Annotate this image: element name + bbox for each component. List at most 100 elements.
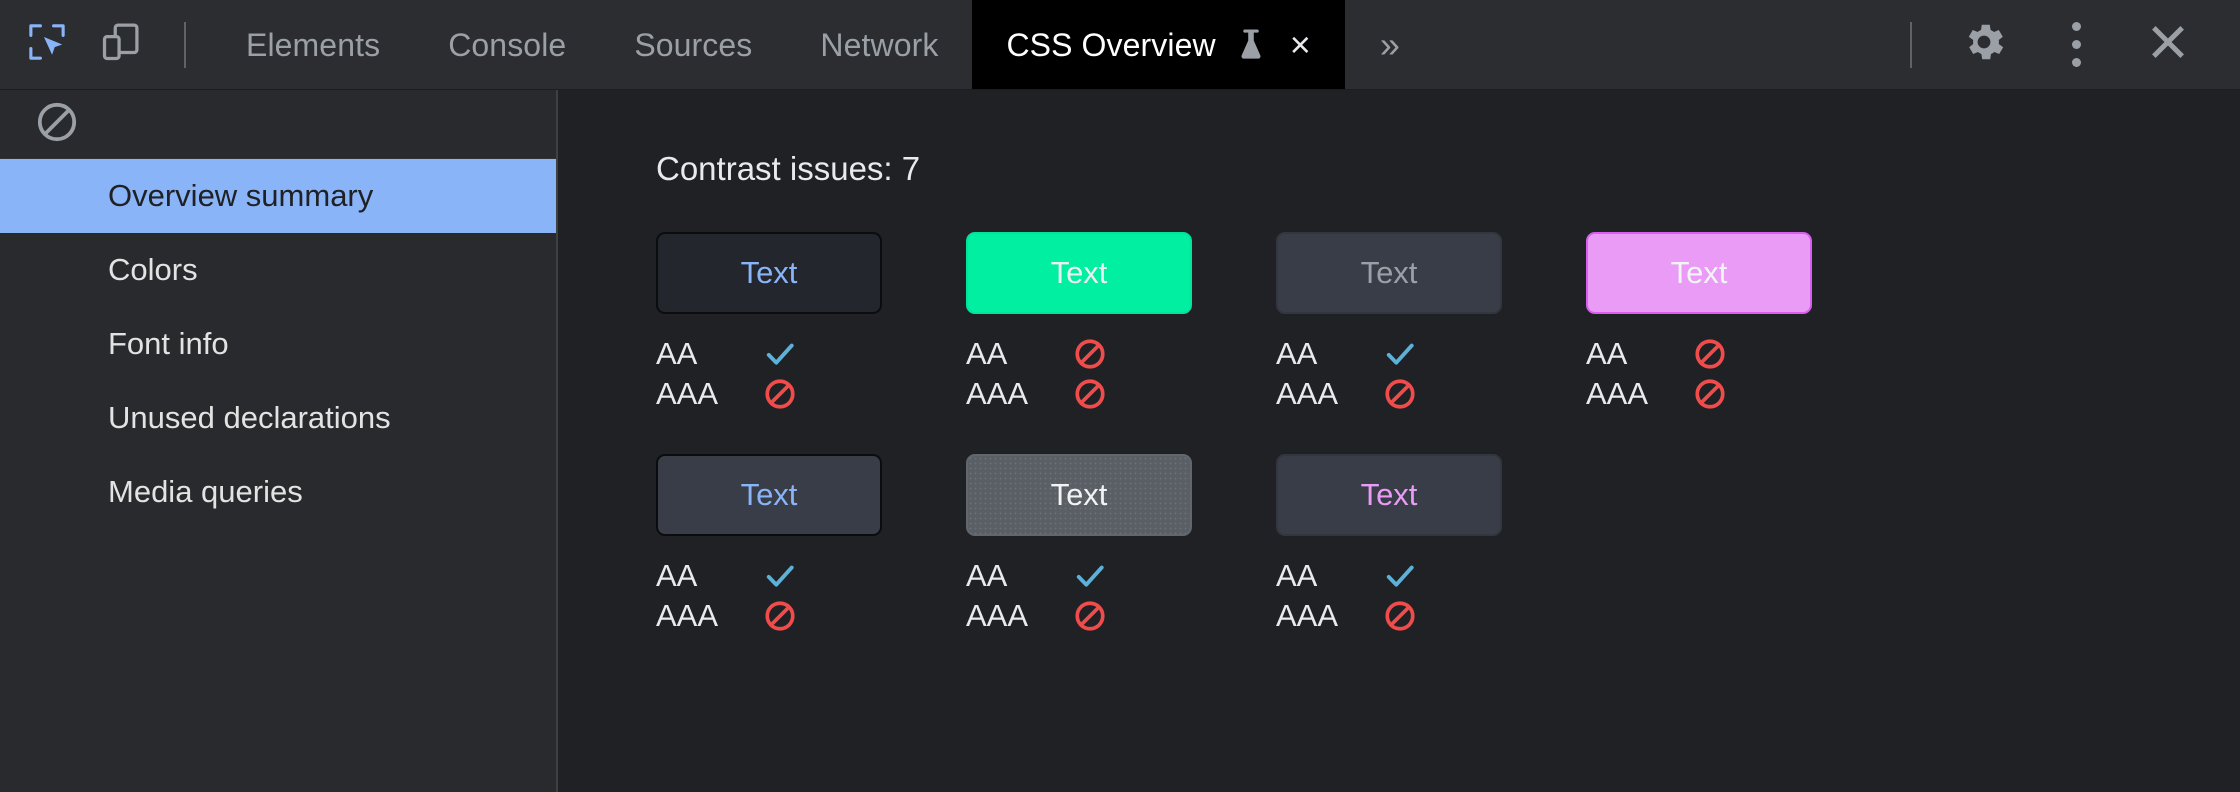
- tab-css-overview[interactable]: CSS Overview ×: [972, 0, 1344, 89]
- sidebar-item-colors[interactable]: Colors: [0, 233, 556, 307]
- wcag-level-label: AAA: [1276, 596, 1380, 636]
- swatch-sample-text: Text: [1051, 255, 1108, 291]
- panel-tabs: Elements Console Sources Network CSS Ove…: [212, 0, 1345, 89]
- contrast-swatch-cell: Text AAAAA: [1276, 232, 1586, 414]
- wcag-aaa-row: AAA: [966, 374, 1276, 414]
- swatch-sample-text: Text: [1361, 477, 1418, 513]
- sidebar-item-label: Colors: [108, 252, 198, 288]
- no-entry-icon: [1690, 374, 1730, 414]
- wcag-level-label: AA: [1276, 334, 1380, 374]
- settings-button[interactable]: [1938, 0, 2030, 89]
- contrast-swatch-cell: Text AAAAA: [656, 454, 966, 636]
- wcag-aaa-row: AAA: [656, 374, 966, 414]
- wcag-level-label: AAA: [1276, 374, 1380, 414]
- contrast-swatch-grid: TextAAAAATextAAAAATextAAAAATextAAAAAText…: [656, 232, 2056, 676]
- wcag-level-label: AA: [966, 556, 1070, 596]
- no-entry-icon: [1380, 596, 1420, 636]
- no-entry-icon: [1070, 596, 1110, 636]
- wcag-level-label: AA: [1276, 556, 1380, 596]
- tab-label: Sources: [634, 29, 752, 61]
- contrast-swatch-cell: Text AAAAA: [966, 454, 1276, 636]
- close-tab-icon[interactable]: ×: [1290, 27, 1311, 63]
- sidebar-item-label: Unused declarations: [108, 400, 391, 436]
- sidebar-item-list: Overview summary Colors Font info Unused…: [0, 159, 556, 529]
- sidebar-item-unused-declarations[interactable]: Unused declarations: [0, 381, 556, 455]
- swatch-sample-text: Text: [1051, 477, 1108, 513]
- tab-sources[interactable]: Sources: [600, 0, 786, 89]
- wcag-level-label: AA: [966, 334, 1070, 374]
- contrast-swatch-preview[interactable]: Text: [1276, 454, 1502, 536]
- no-entry-icon: [1380, 374, 1420, 414]
- sidebar-item-font-info[interactable]: Font info: [0, 307, 556, 381]
- inspect-element-button[interactable]: [10, 8, 84, 82]
- checkmark-icon: [1070, 556, 1110, 596]
- wcag-level-label: AA: [1586, 334, 1690, 374]
- sidebar-item-media-queries[interactable]: Media queries: [0, 455, 556, 529]
- wcag-level-label: AA: [656, 334, 760, 374]
- wcag-aaa-row: AAA: [1586, 374, 1896, 414]
- devtools-toolbar: Elements Console Sources Network CSS Ove…: [0, 0, 2240, 90]
- css-overview-sidebar: Overview summary Colors Font info Unused…: [0, 90, 558, 792]
- wcag-results: AAAAA: [656, 556, 966, 636]
- close-icon: [2145, 19, 2191, 70]
- wcag-level-label: AAA: [966, 596, 1070, 636]
- no-entry-icon: [1070, 374, 1110, 414]
- clear-overview-button[interactable]: [30, 97, 84, 151]
- wcag-level-label: AA: [656, 556, 760, 596]
- wcag-aaa-row: AAA: [966, 596, 1276, 636]
- checkmark-icon: [1380, 334, 1420, 374]
- contrast-swatch-preview[interactable]: Text: [1276, 232, 1502, 314]
- gear-icon: [1960, 18, 2008, 71]
- toolbar-divider-right: [1910, 22, 1912, 68]
- toolbar-divider: [184, 22, 186, 68]
- checkmark-icon: [1380, 556, 1420, 596]
- device-toolbar-icon: [98, 19, 144, 70]
- contrast-swatch-cell: Text AAAAA: [1276, 454, 1586, 636]
- wcag-results: AAAAA: [1276, 334, 1586, 414]
- contrast-swatch-preview[interactable]: Text: [966, 454, 1192, 536]
- wcag-results: AAAAA: [966, 556, 1276, 636]
- wcag-level-label: AAA: [966, 374, 1070, 414]
- inspect-cursor-icon: [25, 20, 69, 69]
- tab-label: Console: [448, 29, 566, 61]
- more-options-button[interactable]: [2030, 0, 2122, 89]
- wcag-aa-row: AA: [1276, 334, 1586, 374]
- devtools-window: Elements Console Sources Network CSS Ove…: [0, 0, 2240, 792]
- contrast-swatch-preview[interactable]: Text: [656, 454, 882, 536]
- wcag-aa-row: AA: [966, 556, 1276, 596]
- swatch-sample-text: Text: [741, 255, 798, 291]
- tab-console[interactable]: Console: [414, 0, 600, 89]
- chevron-double-right-icon: »: [1380, 24, 1400, 66]
- wcag-level-label: AAA: [1586, 374, 1690, 414]
- wcag-aa-row: AA: [656, 556, 966, 596]
- clear-overview-icon: [33, 98, 81, 151]
- wcag-level-label: AAA: [656, 596, 760, 636]
- sidebar-item-label: Overview summary: [108, 178, 373, 214]
- swatch-sample-text: Text: [1671, 255, 1728, 291]
- wcag-level-label: AAA: [656, 374, 760, 414]
- tab-elements[interactable]: Elements: [212, 0, 414, 89]
- tab-label: CSS Overview: [1006, 29, 1215, 61]
- sidebar-item-overview-summary[interactable]: Overview summary: [0, 159, 556, 233]
- close-devtools-button[interactable]: [2122, 0, 2214, 89]
- toggle-device-toolbar-button[interactable]: [84, 8, 158, 82]
- contrast-swatch-cell: Text AAAAA: [656, 232, 966, 414]
- contrast-swatch-preview[interactable]: Text: [1586, 232, 1812, 314]
- wcag-aaa-row: AAA: [656, 596, 966, 636]
- page-title: Contrast issues: 7: [656, 150, 2240, 188]
- sidebar-item-label: Font info: [108, 326, 229, 362]
- flask-icon: [1236, 28, 1266, 62]
- contrast-swatch-preview[interactable]: Text: [656, 232, 882, 314]
- tab-label: Elements: [246, 29, 380, 61]
- no-entry-icon: [1070, 334, 1110, 374]
- tab-label: Network: [820, 29, 938, 61]
- contrast-swatch-preview[interactable]: Text: [966, 232, 1192, 314]
- no-entry-icon: [760, 374, 800, 414]
- tab-network[interactable]: Network: [786, 0, 972, 89]
- wcag-results: AAAAA: [656, 334, 966, 414]
- sidebar-item-label: Media queries: [108, 474, 303, 510]
- more-tabs-button[interactable]: »: [1345, 0, 1435, 89]
- wcag-aa-row: AA: [656, 334, 966, 374]
- css-overview-panel: Overview summary Colors Font info Unused…: [0, 90, 2240, 792]
- wcag-results: AAAAA: [1586, 334, 1896, 414]
